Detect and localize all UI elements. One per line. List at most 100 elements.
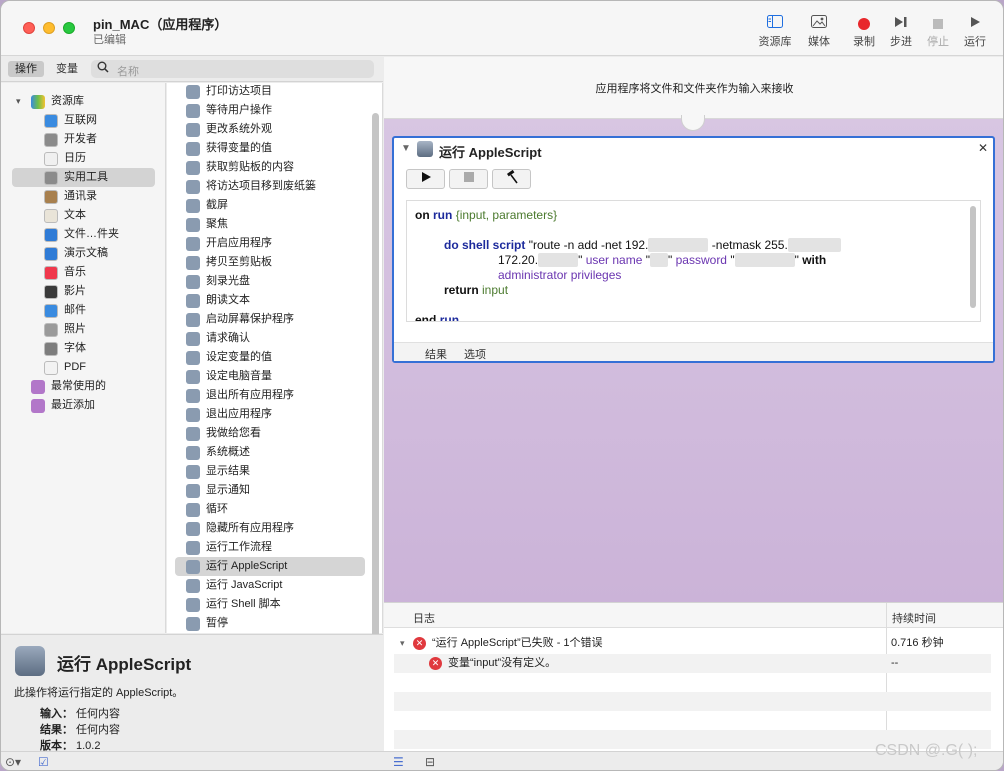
action-list-item-label: 循环	[206, 503, 228, 515]
action-list-item[interactable]: 聚焦	[175, 215, 365, 234]
maximize-window-button[interactable]	[63, 22, 75, 34]
close-icon[interactable]: ✕	[978, 141, 988, 155]
action-list-item[interactable]: 运行 JavaScript	[175, 576, 365, 595]
action-list-item[interactable]: 显示通知	[175, 481, 365, 500]
library-item[interactable]: 文件…件夹	[1, 225, 166, 244]
actions-tab[interactable]: 操作	[8, 61, 44, 77]
record-toolbar-label: 录制	[853, 36, 875, 48]
tab-options[interactable]: 选项	[464, 346, 486, 362]
action-list-item-label: 更改系统外观	[206, 123, 272, 135]
action-list-item[interactable]: 运行 Shell 脚本	[175, 595, 365, 614]
smart-group-item[interactable]: 最近添加	[1, 396, 166, 415]
error-icon: ✕	[413, 634, 426, 653]
workflow-area[interactable]: 应用程序将文件和文件夹作为输入来接收 ▼ 运行 AppleScript ✕ on…	[384, 57, 1003, 602]
action-list-item[interactable]: 朗读文本	[175, 291, 365, 310]
action-list-item[interactable]: 获得变量的值	[175, 139, 365, 158]
action-list-item[interactable]: 系统概述	[175, 443, 365, 462]
library-item[interactable]: 互联网	[1, 111, 166, 130]
action-list-item[interactable]: 将访达项目移到废纸篓	[175, 177, 365, 196]
library-item[interactable]: 日历	[1, 149, 166, 168]
action-list-item[interactable]: 打印访达项目	[175, 82, 365, 101]
action-list-item[interactable]: 截屏	[175, 196, 365, 215]
action-list-item[interactable]: 运行工作流程	[175, 538, 365, 557]
input-label: 输入：	[40, 708, 73, 720]
duration-column-header[interactable]: 持续时间	[892, 610, 936, 626]
action-list-item-label: 打印访达项目	[206, 85, 272, 97]
library-item[interactable]: 文本	[1, 206, 166, 225]
log-row-text: 变量“input”没有定义。	[448, 657, 557, 669]
variables-tab[interactable]: 变量	[49, 61, 85, 77]
tab-results[interactable]: 结果	[425, 346, 447, 362]
stop-script-button[interactable]	[449, 169, 488, 189]
action-list-item[interactable]: 拷贝至剪贴板	[175, 253, 365, 272]
action-list-item[interactable]: 退出应用程序	[175, 405, 365, 424]
action-list-item[interactable]: 退出所有应用程序	[175, 386, 365, 405]
library-item-label: 互联网	[64, 114, 97, 126]
library-icon	[31, 95, 45, 109]
more-options-icon[interactable]: ⊙▾	[5, 755, 21, 769]
applescript-action-card[interactable]: ▼ 运行 AppleScript ✕ on run {input, parame…	[392, 136, 995, 363]
run-toolbar-button[interactable]: 运行	[953, 13, 997, 49]
library-toolbar-button[interactable]: 资源库	[753, 13, 797, 49]
chevron-down-icon[interactable]: ▼	[401, 143, 411, 154]
log-column-header[interactable]: 日志	[413, 610, 435, 626]
action-list-item[interactable]: 暂停	[175, 614, 365, 633]
library-item[interactable]: 通讯录	[1, 187, 166, 206]
chevron-down-icon[interactable]: ▾	[16, 92, 21, 111]
script-editor[interactable]: on run {input, parameters} do shell scri…	[406, 200, 981, 322]
action-list-item[interactable]: 运行 AppleScript	[175, 557, 365, 576]
action-list-item[interactable]: 设定变量的值	[175, 348, 365, 367]
action-list-item[interactable]: 等待用户操作	[175, 101, 365, 120]
library-pane: ▾ 资源库 互联网开发者 日历 实用工具 通讯录文本文件…件夹 演示文稿 音乐 影片 邮件 照片…	[1, 83, 166, 633]
action-icon	[186, 389, 200, 403]
library-item[interactable]: 音乐	[1, 263, 166, 282]
action-list-item[interactable]: 开启应用程序	[175, 234, 365, 253]
search-input[interactable]: 名称	[91, 60, 374, 78]
checkbox-icon[interactable]: ☑	[38, 755, 49, 769]
action-list-item[interactable]: 设定电脑音量	[175, 367, 365, 386]
library-item[interactable]: 邮件	[1, 301, 166, 320]
list-view-icon[interactable]: ☰	[393, 755, 404, 769]
smart-group-label: 最常使用的	[51, 380, 106, 392]
log-header: 日志 持续时间	[384, 603, 1003, 628]
category-icon	[44, 342, 58, 356]
log-row-detail[interactable]: ✕ 变量“input”没有定义。 --	[394, 654, 991, 673]
split-view-icon[interactable]: ⊟	[425, 755, 435, 769]
action-icon	[186, 332, 200, 346]
action-list-item[interactable]: 循环	[175, 500, 365, 519]
code-line-2: do shell script "route -n add -net 192.0…	[444, 238, 842, 252]
log-row-error[interactable]: ▾ ✕ “运行 AppleScript”已失败 - 1个错误 0.716 秒钟	[394, 634, 991, 653]
compile-script-button[interactable]	[492, 169, 531, 189]
library-item[interactable]: 照片	[1, 320, 166, 339]
smart-group-item[interactable]: 最常使用的	[1, 377, 166, 396]
action-list-item[interactable]: 更改系统外观	[175, 120, 365, 139]
library-item[interactable]: 演示文稿	[1, 244, 166, 263]
action-list-item-label: 我做给您看	[206, 427, 261, 439]
library-item[interactable]: 开发者	[1, 130, 166, 149]
category-icon	[44, 285, 58, 299]
library-item[interactable]: 字体	[1, 339, 166, 358]
script-scrollbar[interactable]	[970, 206, 976, 308]
action-list-item[interactable]: 刻录光盘	[175, 272, 365, 291]
action-icon	[186, 522, 200, 536]
run-script-button[interactable]	[406, 169, 445, 189]
close-window-button[interactable]	[23, 22, 35, 34]
action-list-item[interactable]: 隐藏所有应用程序	[175, 519, 365, 538]
chevron-down-icon[interactable]: ▾	[400, 634, 405, 653]
library-item[interactable]: 实用工具	[1, 168, 166, 187]
action-icon	[186, 370, 200, 384]
log-row-text: “运行 AppleScript”已失败 - 1个错误	[432, 637, 603, 649]
library-item[interactable]: PDF	[1, 358, 166, 377]
library-item-label: 文本	[64, 209, 86, 221]
library-root[interactable]: ▾ 资源库	[1, 92, 166, 111]
category-icon	[44, 152, 58, 166]
action-list-item[interactable]: 请求确认	[175, 329, 365, 348]
media-toolbar-button[interactable]: 媒体	[797, 13, 841, 49]
minimize-window-button[interactable]	[43, 22, 55, 34]
action-list-item-label: 拷贝至剪贴板	[206, 256, 272, 268]
action-list-item[interactable]: 获取剪贴板的内容	[175, 158, 365, 177]
action-list-item[interactable]: 我做给您看	[175, 424, 365, 443]
library-item[interactable]: 影片	[1, 282, 166, 301]
action-list-item[interactable]: 启动屏幕保护程序	[175, 310, 365, 329]
action-list-item[interactable]: 显示结果	[175, 462, 365, 481]
